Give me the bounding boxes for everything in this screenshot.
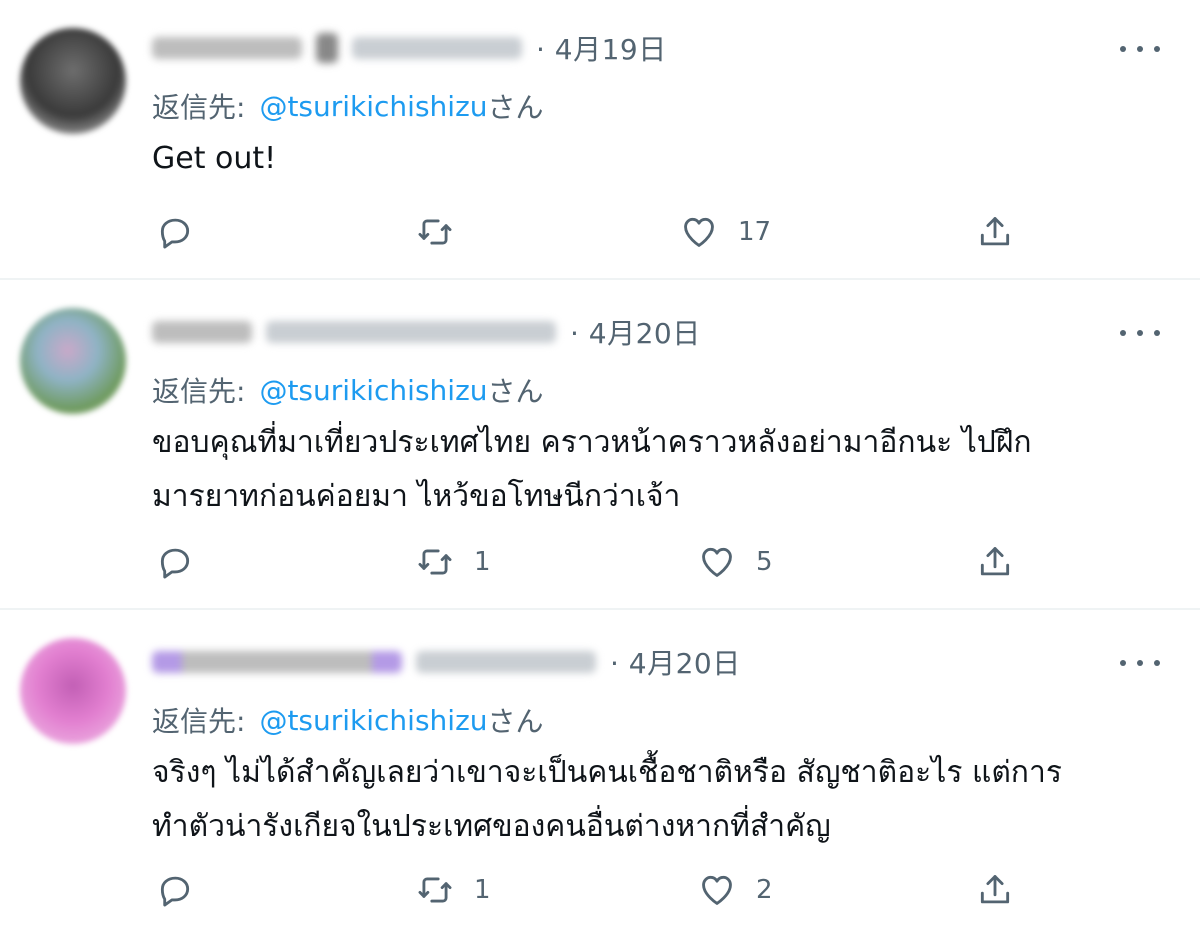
blurred-display-name bbox=[152, 321, 252, 343]
reply-to-label: 返信先: bbox=[152, 375, 246, 408]
blurred-display-name bbox=[152, 37, 302, 59]
tweet-header: · 4月19日 bbox=[152, 28, 667, 68]
retweet-icon bbox=[418, 549, 452, 575]
tweet-date[interactable]: · 4月19日 bbox=[536, 28, 667, 68]
tweet-header: · 4月20日 bbox=[152, 642, 741, 682]
tweet[interactable]: · 4月19日 返信先: @tsurikichishizu さん Get out… bbox=[0, 0, 1200, 280]
tweet-text-line: Get out! bbox=[152, 141, 277, 176]
heart-icon bbox=[702, 547, 732, 577]
mention-suffix: さん bbox=[487, 91, 544, 124]
like-button[interactable]: 5 bbox=[698, 538, 773, 586]
retweet-button[interactable]: 1 bbox=[416, 866, 491, 914]
tweet[interactable]: · 4月20日 返信先: @tsurikichishizu さん จริงๆ ไ… bbox=[0, 610, 1200, 926]
tweet-header: · 4月20日 bbox=[152, 312, 701, 352]
action-bar: 1 5 bbox=[0, 538, 1200, 586]
retweet-count: 1 bbox=[474, 875, 491, 905]
share-icon bbox=[980, 547, 1010, 576]
avatar[interactable] bbox=[20, 308, 126, 414]
heart-icon bbox=[702, 875, 732, 905]
reply-to-line: 返信先: @tsurikichishizu さん bbox=[152, 700, 544, 740]
like-button[interactable]: 17 bbox=[680, 208, 771, 256]
retweet-icon bbox=[418, 219, 452, 245]
avatar[interactable] bbox=[20, 638, 126, 744]
mention-suffix: さん bbox=[487, 375, 544, 408]
action-bar: 17 bbox=[0, 208, 1200, 256]
mention-link[interactable]: @tsurikichishizu bbox=[259, 374, 487, 407]
tweet-text: Get out! bbox=[152, 132, 1152, 186]
reply-to-label: 返信先: bbox=[152, 91, 246, 124]
more-icon[interactable] bbox=[1120, 34, 1160, 64]
reply-icon bbox=[160, 218, 190, 249]
reply-icon bbox=[160, 876, 190, 907]
reply-to-line: 返信先: @tsurikichishizu さん bbox=[152, 370, 544, 410]
retweet-button[interactable] bbox=[416, 208, 474, 256]
share-icon bbox=[980, 875, 1010, 904]
blurred-username bbox=[266, 321, 556, 343]
tweet-text: จริงๆ ไม่ได้สำคัญเลยว่าเขาจะเป็นคนเชื้อช… bbox=[152, 746, 1152, 854]
blurred-display-name bbox=[152, 651, 402, 673]
reply-icon bbox=[160, 548, 190, 579]
more-icon[interactable] bbox=[1120, 648, 1160, 678]
share-button[interactable] bbox=[976, 538, 1014, 586]
reply-button[interactable] bbox=[156, 866, 194, 914]
mention-suffix: さん bbox=[487, 705, 544, 738]
tweet-date[interactable]: · 4月20日 bbox=[570, 312, 701, 352]
avatar[interactable] bbox=[20, 28, 126, 134]
blurred-badge bbox=[316, 33, 338, 63]
heart-icon bbox=[684, 217, 714, 247]
more-icon[interactable] bbox=[1120, 318, 1160, 348]
retweet-button[interactable]: 1 bbox=[416, 538, 491, 586]
tweet-text: ขอบคุณที่มาเที่ยวประเทศไทย คราวหน้าคราวห… bbox=[152, 416, 1152, 524]
mention-link[interactable]: @tsurikichishizu bbox=[259, 704, 487, 737]
reply-to-line: 返信先: @tsurikichishizu さん bbox=[152, 86, 544, 126]
reply-to-label: 返信先: bbox=[152, 705, 246, 738]
retweet-icon bbox=[418, 877, 452, 903]
like-count: 5 bbox=[756, 547, 773, 577]
tweet-text-line: ขอบคุณที่มาเที่ยวประเทศไทย คราวหน้าคราวห… bbox=[152, 425, 1032, 460]
share-icon bbox=[980, 217, 1010, 246]
tweet[interactable]: · 4月20日 返信先: @tsurikichishizu さん ขอบคุณท… bbox=[0, 280, 1200, 610]
like-count: 17 bbox=[738, 217, 772, 247]
tweet-text-line: ทำตัวน่ารังเกียจในประเทศของคนอื่นต่างหาก… bbox=[152, 809, 831, 844]
reply-button[interactable] bbox=[156, 538, 194, 586]
share-button[interactable] bbox=[976, 208, 1014, 256]
reply-button[interactable] bbox=[156, 208, 194, 256]
share-button[interactable] bbox=[976, 866, 1014, 914]
blurred-username bbox=[416, 651, 596, 673]
like-count: 2 bbox=[756, 875, 773, 905]
tweet-text-line: จริงๆ ไม่ได้สำคัญเลยว่าเขาจะเป็นคนเชื้อช… bbox=[152, 755, 1062, 790]
mention-link[interactable]: @tsurikichishizu bbox=[259, 90, 487, 123]
blurred-username bbox=[352, 37, 522, 59]
like-button[interactable]: 2 bbox=[698, 866, 773, 914]
retweet-count: 1 bbox=[474, 547, 491, 577]
action-bar: 1 2 bbox=[0, 866, 1200, 914]
tweet-text-line: มารยาทก่อนค่อยมา ไหว้ขอโทษนีกว่าเจ้า bbox=[152, 479, 681, 514]
tweet-date[interactable]: · 4月20日 bbox=[610, 642, 741, 682]
